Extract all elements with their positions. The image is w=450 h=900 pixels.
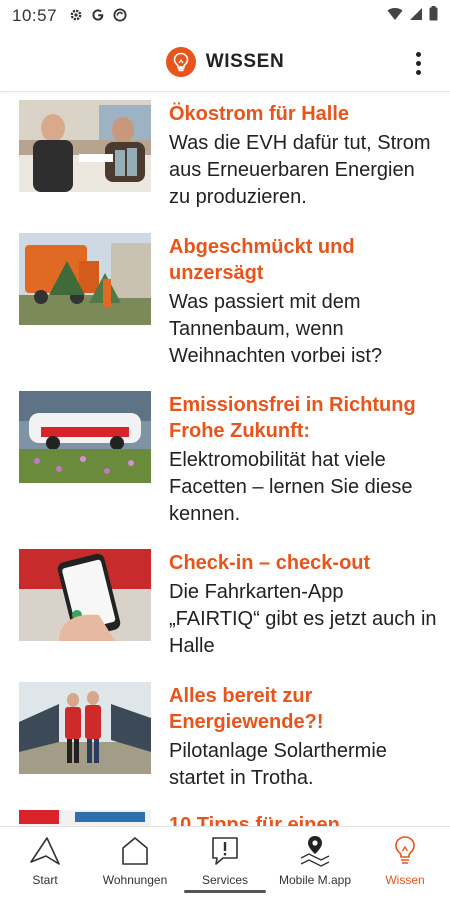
app-bar: WISSEN xyxy=(0,32,450,92)
wifi-icon xyxy=(387,7,403,26)
nav-label: Wohnungen xyxy=(102,873,168,887)
article-text: Abgeschmückt und unzersägt Was passiert … xyxy=(169,234,439,370)
article-image xyxy=(19,100,151,192)
nav-item-mobile-mapp[interactable]: Mobile M.app xyxy=(270,827,360,900)
article-image xyxy=(19,391,151,483)
article-item[interactable]: Alles bereit zur Energiewende?! Pilotanl… xyxy=(0,682,450,797)
status-icons-right xyxy=(387,6,438,26)
nav-label: Wissen xyxy=(385,873,425,887)
article-image xyxy=(19,549,151,641)
article-description: Was passiert mit dem Tannenbaum, wenn We… xyxy=(169,291,383,367)
article-item[interactable]: Emissionsfrei in Richtung Frohe Zukunft:… xyxy=(0,391,450,541)
article-image xyxy=(19,233,151,325)
nav-label: Start xyxy=(32,873,58,887)
lightbulb-icon xyxy=(387,833,423,869)
article-title: Check-in – check-out xyxy=(169,552,371,574)
article-text: Ökostrom für Halle Was die EVH dafür tut… xyxy=(169,101,439,211)
more-options-button[interactable] xyxy=(408,48,428,78)
sync-icon xyxy=(113,8,127,25)
chat-alert-icon xyxy=(207,833,243,869)
article-item[interactable]: 10 Tipps für einen xyxy=(0,810,450,826)
article-title: Alles bereit zur Energiewende?! xyxy=(169,685,324,733)
status-time: 10:57 xyxy=(12,6,58,25)
article-title: Abgeschmückt und unzersägt xyxy=(169,236,355,284)
article-item[interactable]: Abgeschmückt und unzersägt Was passiert … xyxy=(0,233,450,378)
map-pin-icon xyxy=(297,833,333,869)
more-vert-dot xyxy=(415,60,421,66)
article-image xyxy=(19,682,151,774)
status-icons-left xyxy=(69,8,127,25)
signal-icon xyxy=(409,7,423,26)
more-vert-dot xyxy=(415,69,421,75)
nav-item-services[interactable]: Services xyxy=(180,827,270,900)
article-description: Elektromobilität hat viele Facetten – le… xyxy=(169,449,413,525)
article-description: Die Fahrkarten-App „FAIRTIQ“ gibt es jet… xyxy=(169,581,437,657)
nav-item-wissen[interactable]: Wissen xyxy=(360,827,450,900)
nav-label: Services xyxy=(201,873,248,887)
article-title: Emissionsfrei in Richtung Frohe Zukunft: xyxy=(169,394,416,442)
article-description: Pilotanlage Solarthermie startet in Trot… xyxy=(169,740,387,789)
article-text: Check-in – check-out Die Fahrkarten-App … xyxy=(169,550,439,660)
article-item[interactable]: Check-in – check-out Die Fahrkarten-App … xyxy=(0,549,450,674)
nav-indicator xyxy=(184,890,266,893)
article-title: 10 Tipps für einen xyxy=(169,814,340,826)
article-title: Ökostrom für Halle xyxy=(169,103,350,125)
google-icon xyxy=(91,8,105,25)
article-list: Ökostrom für Halle Was die EVH dafür tut… xyxy=(0,93,450,826)
settings-icon xyxy=(69,8,83,25)
article-item[interactable]: Ökostrom für Halle Was die EVH dafür tut… xyxy=(0,100,450,220)
house-icon xyxy=(117,833,153,869)
more-vert-icon xyxy=(415,51,421,57)
article-text: Alles bereit zur Energiewende?! Pilotanl… xyxy=(169,683,439,792)
article-image xyxy=(19,810,151,826)
article-text: 10 Tipps für einen xyxy=(169,812,439,826)
battery-icon xyxy=(429,6,438,26)
page-title: WISSEN xyxy=(205,50,285,72)
lightbulb-icon xyxy=(165,46,196,77)
nav-item-wohnungen[interactable]: Wohnungen xyxy=(90,827,180,900)
triangle-icon xyxy=(27,833,63,869)
nav-label: Mobile M.app xyxy=(278,873,352,887)
article-description: Was die EVH dafür tut, Strom aus Erneuer… xyxy=(169,132,431,208)
article-text: Emissionsfrei in Richtung Frohe Zukunft:… xyxy=(169,392,439,528)
status-bar: 10:57 xyxy=(0,0,450,32)
nav-item-start[interactable]: Start xyxy=(0,827,90,900)
bottom-navigation: Start Wohnungen Services Mobile M.app Wi… xyxy=(0,826,450,900)
